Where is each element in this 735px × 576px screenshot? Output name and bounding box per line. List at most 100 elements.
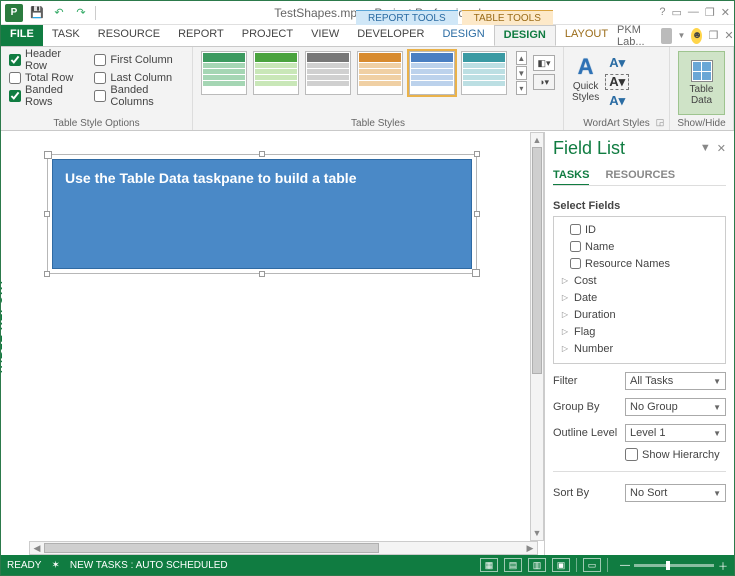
group-duration[interactable]: ▷Duration xyxy=(560,306,719,323)
scroll-right-icon[interactable]: ▶ xyxy=(523,543,537,554)
table-style-4[interactable] xyxy=(357,51,403,95)
app-icon: P xyxy=(5,4,23,22)
group-label: Table Style Options xyxy=(1,118,192,129)
table-data-icon xyxy=(691,60,713,82)
window-restore-icon[interactable]: ❐ xyxy=(708,29,718,42)
tab-report-design[interactable]: DESIGN xyxy=(433,25,493,46)
pane-tab-tasks[interactable]: TASKS xyxy=(553,169,589,186)
vertical-scrollbar[interactable]: ▲ ▼ xyxy=(530,132,544,541)
report-canvas[interactable]: TABLE REPORT Use the Table Data taskpane… xyxy=(1,132,544,555)
save-icon[interactable]: 💾 xyxy=(29,5,45,21)
field-list-pane: Field List ▼ ✕ TASKS RESOURCES Select Fi… xyxy=(544,132,734,555)
quick-styles-label: Quick Styles xyxy=(572,81,599,103)
group-table-styles: ▲ ▼ ▾ ◧▾ ◑▾ Table Styles xyxy=(193,47,564,130)
view-shortcut-3[interactable]: ▥ xyxy=(528,558,546,572)
group-show-hide: Table Data Show/Hide xyxy=(670,47,734,130)
pane-tab-resources[interactable]: RESOURCES xyxy=(605,169,675,186)
view-shortcut-1[interactable]: ▦ xyxy=(480,558,498,572)
text-effects-button[interactable]: A▾ xyxy=(605,93,629,109)
undo-icon[interactable]: ↶ xyxy=(51,5,67,21)
close-icon[interactable]: ✕ xyxy=(721,6,730,19)
restore-icon[interactable]: ❐ xyxy=(705,6,715,19)
group-label: Show/Hide xyxy=(670,118,733,129)
tab-view[interactable]: VIEW xyxy=(302,25,348,46)
redo-icon[interactable]: ↷ xyxy=(73,5,89,21)
tab-table-design[interactable]: DESIGN xyxy=(494,25,556,46)
tab-resource[interactable]: RESOURCE xyxy=(89,25,169,46)
user-name[interactable]: PKM Lab... xyxy=(617,24,654,48)
tab-table-layout[interactable]: LAYOUT xyxy=(556,25,617,46)
chk-banded-columns[interactable]: Banded Columns xyxy=(94,87,184,105)
titlebar: P 💾 ↶ ↷ TestShapes.mpp - Project Profess… xyxy=(1,1,734,25)
window-close-icon[interactable]: ✕ xyxy=(724,29,733,42)
view-shortcut-4[interactable]: ▣ xyxy=(552,558,570,572)
table-style-5[interactable] xyxy=(409,51,455,95)
field-id[interactable]: ID xyxy=(560,221,719,238)
chk-banded-rows[interactable]: Banded Rows xyxy=(9,87,84,105)
gallery-more[interactable]: ▾ xyxy=(516,81,527,95)
context-tab-report-tools: REPORT TOOLS xyxy=(356,10,458,25)
view-vertical-label: TABLE REPORT xyxy=(1,278,5,375)
field-name[interactable]: Name xyxy=(560,238,719,255)
pane-close-icon[interactable]: ✕ xyxy=(717,142,726,155)
quick-access-toolbar: 💾 ↶ ↷ xyxy=(29,5,96,21)
help-icon[interactable]: ? xyxy=(659,6,665,19)
dialog-launcher-icon[interactable]: ◲ xyxy=(654,116,666,128)
view-shortcut-2[interactable]: ▤ xyxy=(504,558,522,572)
table-style-6[interactable] xyxy=(461,51,507,95)
chevron-down-icon[interactable]: ▼ xyxy=(678,31,686,40)
show-hierarchy-check[interactable]: Show Hierarchy xyxy=(625,448,726,461)
zoom-out-icon[interactable]: — xyxy=(620,560,630,571)
group-cost[interactable]: ▷Cost xyxy=(560,272,719,289)
new-tasks-mode-icon[interactable]: ✶ xyxy=(51,560,59,571)
horizontal-scrollbar[interactable]: ◀ ▶ xyxy=(29,541,538,555)
group-number[interactable]: ▷Number xyxy=(560,340,719,357)
table-style-2[interactable] xyxy=(253,51,299,95)
tab-file[interactable]: FILE xyxy=(1,25,43,46)
table-style-1[interactable] xyxy=(201,51,247,95)
group-flag[interactable]: ▷Flag xyxy=(560,323,719,340)
table-data-button[interactable]: Table Data xyxy=(678,51,725,115)
groupby-combo[interactable]: No Group▼ xyxy=(625,398,726,416)
effects-button[interactable]: ◑▾ xyxy=(533,74,555,90)
status-schedule-mode[interactable]: NEW TASKS : AUTO SCHEDULED xyxy=(70,560,228,571)
table-style-3[interactable] xyxy=(305,51,351,95)
feedback-icon[interactable]: ☻ xyxy=(691,28,702,44)
chk-first-column[interactable]: First Column xyxy=(94,51,184,69)
zoom-in-icon[interactable]: ＋ xyxy=(718,558,728,573)
scroll-left-icon[interactable]: ◀ xyxy=(30,543,44,554)
scroll-up-icon[interactable]: ▲ xyxy=(531,133,543,147)
tab-task[interactable]: TASK xyxy=(43,25,89,46)
field-resource-names[interactable]: Resource Names xyxy=(560,255,719,272)
gallery-scroll-down[interactable]: ▼ xyxy=(516,66,527,80)
selected-table-shape[interactable]: Use the Table Data taskpane to build a t… xyxy=(47,154,477,274)
pane-title: Field List xyxy=(553,138,625,159)
view-shortcut-5[interactable]: ▭ xyxy=(583,558,601,572)
tab-project[interactable]: PROJECT xyxy=(233,25,302,46)
outline-combo[interactable]: Level 1▼ xyxy=(625,424,726,442)
shading-button[interactable]: ◧▾ xyxy=(533,55,555,71)
sortby-label: Sort By xyxy=(553,487,625,499)
sortby-combo[interactable]: No Sort▼ xyxy=(625,484,726,502)
scroll-thumb[interactable] xyxy=(532,147,542,374)
pane-options-icon[interactable]: ▼ xyxy=(700,142,711,155)
tab-report[interactable]: REPORT xyxy=(169,25,233,46)
chk-header-row[interactable]: Header Row xyxy=(9,51,84,69)
scroll-thumb[interactable] xyxy=(44,543,379,553)
scroll-down-icon[interactable]: ▼ xyxy=(531,526,543,540)
outline-label: Outline Level xyxy=(553,427,625,439)
quick-styles-icon[interactable]: A xyxy=(578,54,594,80)
gallery-scroll-up[interactable]: ▲ xyxy=(516,51,527,65)
zoom-slider[interactable]: — ＋ xyxy=(620,558,728,573)
avatar[interactable] xyxy=(661,28,672,44)
tab-developer[interactable]: DEVELOPER xyxy=(348,25,433,46)
text-outline-button[interactable]: A▾ xyxy=(605,74,629,90)
minimize-icon[interactable]: — xyxy=(688,6,699,19)
group-date[interactable]: ▷Date xyxy=(560,289,719,306)
group-wordart-styles: A Quick Styles A▾ A▾ A▾ WordArt Styles ◲ xyxy=(564,47,670,130)
ribbon-display-icon[interactable]: ▭ xyxy=(672,6,682,19)
status-bar: READY ✶ NEW TASKS : AUTO SCHEDULED ▦ ▤ ▥… xyxy=(1,555,734,575)
table-placeholder-cell[interactable]: Use the Table Data taskpane to build a t… xyxy=(52,159,472,269)
text-fill-button[interactable]: A▾ xyxy=(605,55,629,71)
filter-combo[interactable]: All Tasks▼ xyxy=(625,372,726,390)
